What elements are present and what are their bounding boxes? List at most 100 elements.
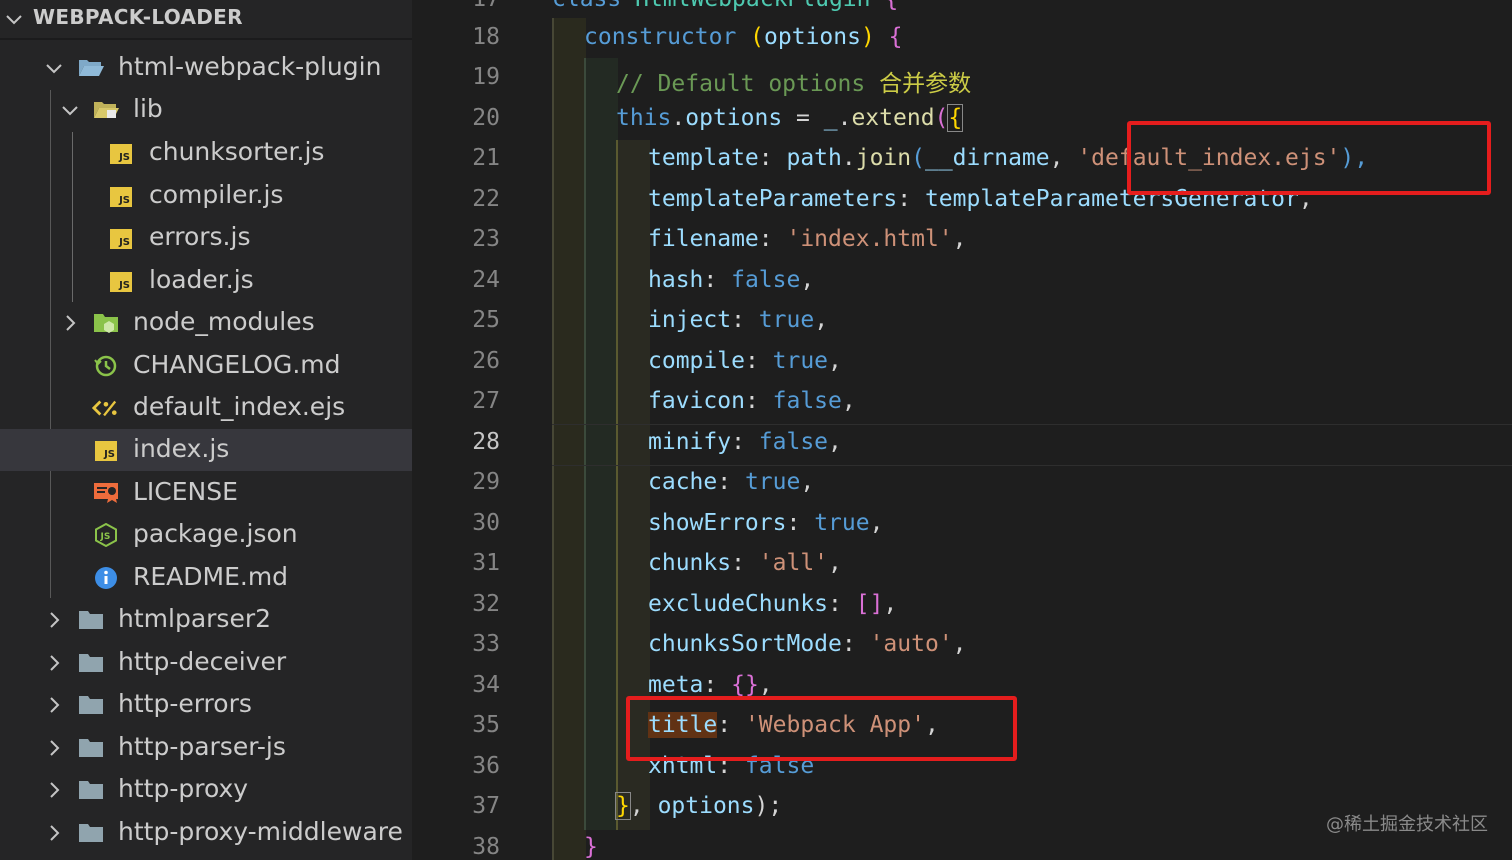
code-editor[interactable]: 17 18 19 20 21 22 23 24 25 26 27 28 29 3… — [412, 0, 1512, 860]
tree-item-node-modules[interactable]: node_modules — [0, 302, 412, 344]
tree-item-label: http-parser-js — [118, 732, 286, 761]
ejs-file-icon — [92, 400, 117, 417]
token: compile — [648, 348, 745, 374]
chevron-right-icon — [50, 782, 60, 798]
token: inject — [648, 307, 732, 333]
line-number: 31 — [472, 550, 500, 576]
js-file-icon: JS — [108, 184, 134, 208]
tree-item-http-errors[interactable]: http-errors — [0, 684, 412, 726]
line-number: 21 — [472, 145, 500, 171]
token: : — [744, 348, 773, 374]
line-number: 33 — [472, 631, 500, 657]
token: false — [772, 388, 842, 414]
folder-lib-open-icon — [94, 102, 119, 118]
token: templateParameters — [648, 186, 898, 212]
token: options — [685, 105, 783, 131]
line-number: 34 — [472, 672, 500, 698]
tree-item-package-json[interactable]: JS package.json — [0, 514, 412, 556]
code-line-37: }, options); — [615, 792, 782, 820]
tree-item-loader-js[interactable]: JS loader.js — [0, 260, 412, 302]
tree-item-chunksorter-js[interactable]: JS chunksorter.js — [0, 132, 412, 174]
code-line-29: cache: true, — [648, 469, 814, 495]
tree-item-html-webpack-plugin[interactable]: html-webpack-plugin — [0, 47, 412, 89]
chevron-right-icon — [50, 825, 60, 841]
tree-item-label: index.js — [133, 434, 230, 463]
tree-item-default-index-ejs[interactable]: default_index.ejs — [0, 387, 412, 429]
token: {} — [731, 672, 759, 698]
token: excludeChunks — [648, 591, 829, 617]
code-line-31: chunks: 'all', — [648, 550, 842, 576]
folder-icon — [79, 696, 103, 714]
folder-icon — [79, 824, 103, 842]
token: } — [584, 834, 598, 860]
token: , — [814, 307, 829, 333]
token: , — [841, 388, 856, 414]
nodejs-icon: JS — [95, 523, 117, 547]
license-icon — [94, 483, 118, 503]
token: chunks — [648, 550, 732, 576]
tree-item-label: node_modules — [133, 307, 315, 336]
tree-item-license[interactable]: LICENSE — [0, 472, 412, 514]
explorer-title: WEBPACK-LOADER — [33, 5, 243, 29]
js-file-icon: JS — [93, 438, 119, 462]
tree-item-label: http-deceiver — [118, 647, 287, 676]
tree-item-compiler-js[interactable]: JS compiler.js — [0, 175, 412, 217]
tree-item-label: package.json — [133, 519, 298, 548]
svg-text:JS: JS — [100, 532, 111, 542]
folder-open-icon — [79, 60, 104, 76]
explorer-section-header[interactable]: WEBPACK-LOADER — [0, 0, 412, 40]
tree-item-htmlparser2[interactable]: htmlparser2 — [0, 599, 412, 641]
token: meta — [648, 672, 704, 698]
tree-item-label: default_index.ejs — [133, 392, 346, 421]
line-number: 22 — [472, 186, 500, 212]
token: , — [800, 469, 815, 495]
tree-item-http-proxy[interactable]: http-proxy — [0, 769, 412, 811]
token: { — [874, 24, 903, 50]
token: [] — [855, 591, 884, 617]
code-line-19: // Default options 合并参数 — [616, 64, 971, 98]
token: cache — [648, 469, 718, 495]
tree-item-label: compiler.js — [149, 180, 284, 209]
chevron-down-icon — [62, 106, 78, 116]
code-line-24: hash: false, — [648, 267, 814, 293]
code-line-18: constructor (options) { — [584, 24, 903, 50]
tree-item-lib[interactable]: lib — [0, 89, 412, 131]
token: = — [782, 105, 824, 131]
token: template — [648, 145, 759, 171]
chevron-right-icon — [66, 315, 76, 331]
token: showErrors — [648, 510, 787, 536]
token: this — [616, 105, 672, 131]
token: false — [758, 429, 829, 455]
tree-item-readme-md[interactable]: README.md — [0, 557, 412, 599]
tree-item-http-proxy-middleware[interactable]: http-proxy-middleware — [0, 812, 412, 854]
token: __dirname — [924, 145, 1050, 171]
tree-item-index-js[interactable]: JS index.js — [0, 429, 412, 471]
token: path — [786, 145, 842, 171]
token: , — [883, 591, 898, 617]
tree-item-label: chunksorter.js — [149, 137, 325, 166]
line-number-active: 28 — [472, 429, 500, 455]
line-number: 17 — [412, 0, 500, 12]
tree-item-changelog-md[interactable]: CHANGELOG.md — [0, 345, 412, 387]
tree-item-errors-js[interactable]: JS errors.js — [0, 217, 412, 259]
js-file-icon: JS — [108, 269, 134, 293]
annotation-box-title — [626, 696, 1017, 761]
code-line-26: compile: true, — [648, 348, 842, 374]
token: ( — [911, 145, 925, 171]
token: : — [731, 307, 759, 333]
tree-item-label: loader.js — [149, 265, 254, 294]
line-number: 26 — [472, 348, 500, 374]
tree-item-http-deceiver[interactable]: http-deceiver — [0, 642, 412, 684]
token: : — [717, 469, 745, 495]
token: options — [657, 793, 755, 819]
folder-icon — [79, 739, 103, 757]
tree-item-http-parser-js[interactable]: http-parser-js — [0, 727, 412, 769]
token: : — [897, 186, 925, 212]
tree-item-label: http-proxy — [118, 774, 249, 803]
token: filename — [648, 226, 759, 252]
code-line-34: meta: {}, — [648, 672, 773, 698]
token: true — [758, 307, 815, 333]
chevron-down-icon — [46, 64, 62, 74]
token: , — [869, 510, 884, 536]
token: : — [758, 226, 787, 252]
